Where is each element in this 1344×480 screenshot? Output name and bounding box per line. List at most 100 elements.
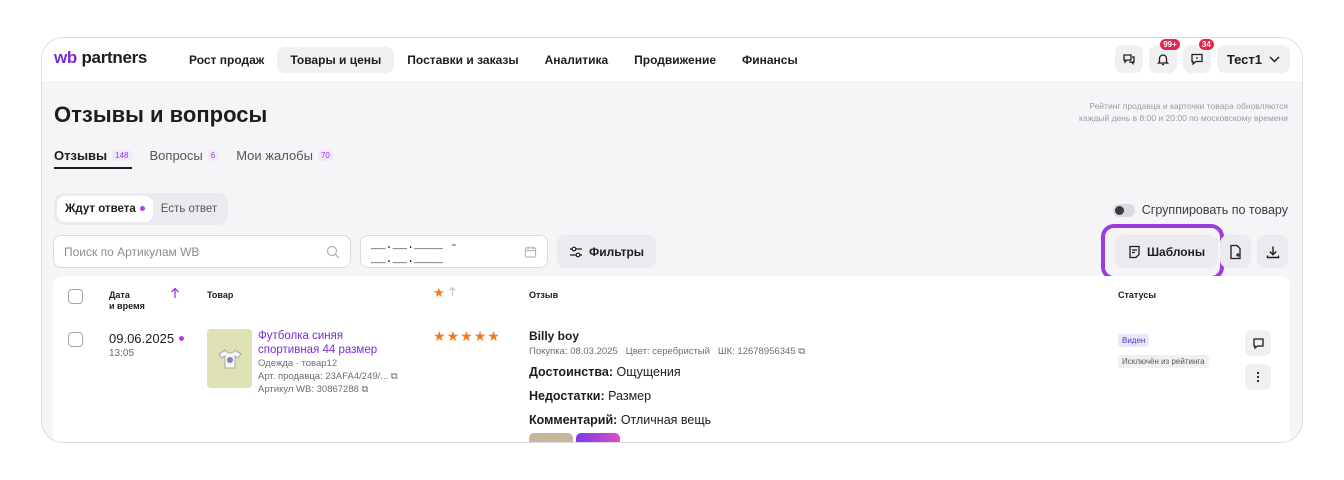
copy-icon[interactable]: ⧉ (798, 346, 805, 357)
select-all-checkbox[interactable] (68, 289, 83, 304)
cons-text: Размер (608, 389, 652, 403)
reply-button[interactable] (1245, 330, 1271, 356)
nav-item-goods-prices[interactable]: Товары и цены (277, 47, 395, 73)
reviews-table: Дата и время Товар ★ Отзыв Статусы 09.06… (53, 276, 1290, 442)
tab-questions-count: 6 (207, 150, 219, 161)
date-header-line2: и время (109, 301, 145, 311)
group-by-product-switch[interactable] (1112, 203, 1135, 217)
nav-item-finance[interactable]: Финансы (729, 47, 811, 73)
purchase-meta-text: Покупка: 08.03.2025 Цвет: серебристый ШК… (529, 346, 796, 357)
review-content: Billy boy Покупка: 08.03.2025 Цвет: сере… (529, 329, 1089, 442)
search-icon (326, 245, 340, 258)
logo-partners: partners (81, 48, 148, 67)
column-date-header[interactable]: Дата и время (109, 290, 145, 312)
sort-arrow-icon (449, 286, 457, 296)
pros-label: Достоинства: (529, 365, 614, 379)
user-menu-button[interactable]: Тест1 (1216, 45, 1290, 73)
review-cons: Недостатки: Размер (529, 384, 1089, 408)
support-chat-button[interactable]: 34 (1182, 38, 1215, 73)
tab-reviews-count: 148 (112, 150, 132, 161)
reply-bubble-icon (1252, 337, 1264, 349)
column-review-header: Отзыв (529, 290, 559, 300)
review-comment: Комментарий: Отличная вещь (529, 408, 1089, 432)
tab-questions[interactable]: Вопросы 6 (150, 148, 219, 169)
templates-label: Шаблоны (1147, 244, 1206, 259)
date-header-line1: Дата (109, 290, 130, 300)
page-title: Отзывы и вопросы (54, 102, 268, 127)
group-by-product[interactable]: Сгруппировать по товару (1112, 203, 1288, 217)
product-category: Одежда · товар12 (258, 358, 338, 369)
more-vertical-icon (1256, 371, 1260, 383)
answer-status-switch: Ждут ответа Есть ответ (54, 193, 229, 225)
seller-article: Арт. продавца: 23AFA4/249/... ⧉ (258, 370, 418, 383)
review-author: Billy boy (529, 329, 580, 343)
rating-sort[interactable]: ★ (433, 285, 457, 301)
sort-arrow-up-icon[interactable] (170, 287, 180, 299)
star-icon: ★ (473, 328, 488, 344)
product-name-link[interactable]: Футболка синяя (258, 329, 418, 343)
search-input[interactable] (64, 244, 304, 259)
group-by-product-label: Сгруппировать по товару (1141, 203, 1288, 217)
messages-button[interactable] (1114, 45, 1143, 73)
row-checkbox[interactable] (68, 332, 83, 347)
segment-waiting-answer[interactable]: Ждут ответа (57, 196, 153, 222)
more-actions-button[interactable] (1245, 364, 1271, 390)
date-range-input[interactable]: __.__.____ - __.__.____ (360, 235, 548, 268)
segment-waiting-label: Ждут ответа (65, 203, 136, 215)
star-icon: ★ (487, 328, 501, 344)
review-photo-thumbnail[interactable] (576, 433, 620, 442)
nav-actions: 99+ 34 Тест1 (1114, 38, 1290, 73)
wb-partners-logo[interactable]: wb partners (54, 48, 147, 68)
rating-note-line1: Рейтинг продавца и карточки товара обнов… (1089, 101, 1288, 111)
nav-item-analytics[interactable]: Аналитика (532, 47, 622, 73)
product-info: Футболка синяя спортивная 44 размер Одеж… (258, 329, 418, 396)
download-button[interactable] (1257, 235, 1288, 268)
cons-label: Недостатки: (529, 389, 605, 403)
product-thumbnail[interactable] (207, 329, 252, 388)
notifications-button[interactable]: 99+ (1148, 38, 1181, 73)
tshirt-image-icon (217, 348, 242, 368)
tab-complaints-count: 70 (317, 150, 333, 161)
export-file-button[interactable] (1220, 235, 1251, 268)
user-name: Тест1 (1226, 51, 1262, 67)
wb-article: Артикул WB: 30867288 ⧉ (258, 383, 418, 396)
support-badge: 34 (1197, 38, 1215, 51)
star-icon: ★ (433, 328, 447, 344)
pros-text: Ощущения (616, 365, 681, 379)
product-name-link-line2[interactable]: спортивная 44 размер (258, 343, 418, 357)
nav-item-supplies-orders[interactable]: Поставки и заказы (394, 47, 531, 73)
review-photo-thumbnail[interactable] (529, 433, 573, 442)
new-review-dot (178, 336, 184, 342)
search-field[interactable] (53, 235, 351, 268)
segment-has-answer[interactable]: Есть ответ (153, 196, 225, 222)
review-date: 09.06.2025 (109, 331, 175, 346)
nav-item-sales-growth[interactable]: Рост продаж (176, 47, 277, 73)
tab-reviews[interactable]: Отзывы 148 (54, 148, 132, 169)
comment-label: Комментарий: (529, 413, 618, 427)
status-badges: Виден Исключён из рейтинга (1118, 330, 1209, 369)
notifications-badge: 99+ (1159, 38, 1181, 51)
filters-button[interactable]: Фильтры (557, 235, 657, 268)
templates-button[interactable]: Шаблоны (1115, 235, 1219, 268)
top-nav: wb partners Рост продаж Товары и цены По… (42, 38, 1302, 81)
unread-dot (139, 206, 145, 212)
review-pros: Достоинства: Ощущения (529, 360, 1089, 384)
bell-icon (1156, 54, 1169, 66)
tab-reviews-label: Отзывы (54, 148, 108, 163)
star-icon: ★ (446, 328, 461, 344)
copy-icon[interactable]: ⧉ (391, 371, 398, 382)
calendar-icon[interactable] (524, 245, 537, 259)
tab-complaints-label: Мои жалобы (236, 148, 313, 163)
chevron-down-icon (1269, 55, 1280, 63)
nav-item-promotion[interactable]: Продвижение (621, 47, 729, 73)
main-menu: Рост продаж Товары и цены Поставки и зак… (176, 47, 811, 73)
star-icon: ★ (460, 328, 474, 344)
copy-icon[interactable]: ⧉ (362, 384, 369, 395)
filters-icon (570, 246, 582, 257)
comment-text: Отличная вещь (620, 413, 712, 427)
tabs: Отзывы 148 Вопросы 6 Мои жалобы 70 (54, 148, 333, 169)
tab-my-complaints[interactable]: Мои жалобы 70 (236, 148, 333, 169)
filters-label: Фильтры (589, 244, 645, 259)
download-icon (1266, 246, 1279, 258)
date-range-value: __.__.____ - __.__.____ (371, 237, 458, 266)
